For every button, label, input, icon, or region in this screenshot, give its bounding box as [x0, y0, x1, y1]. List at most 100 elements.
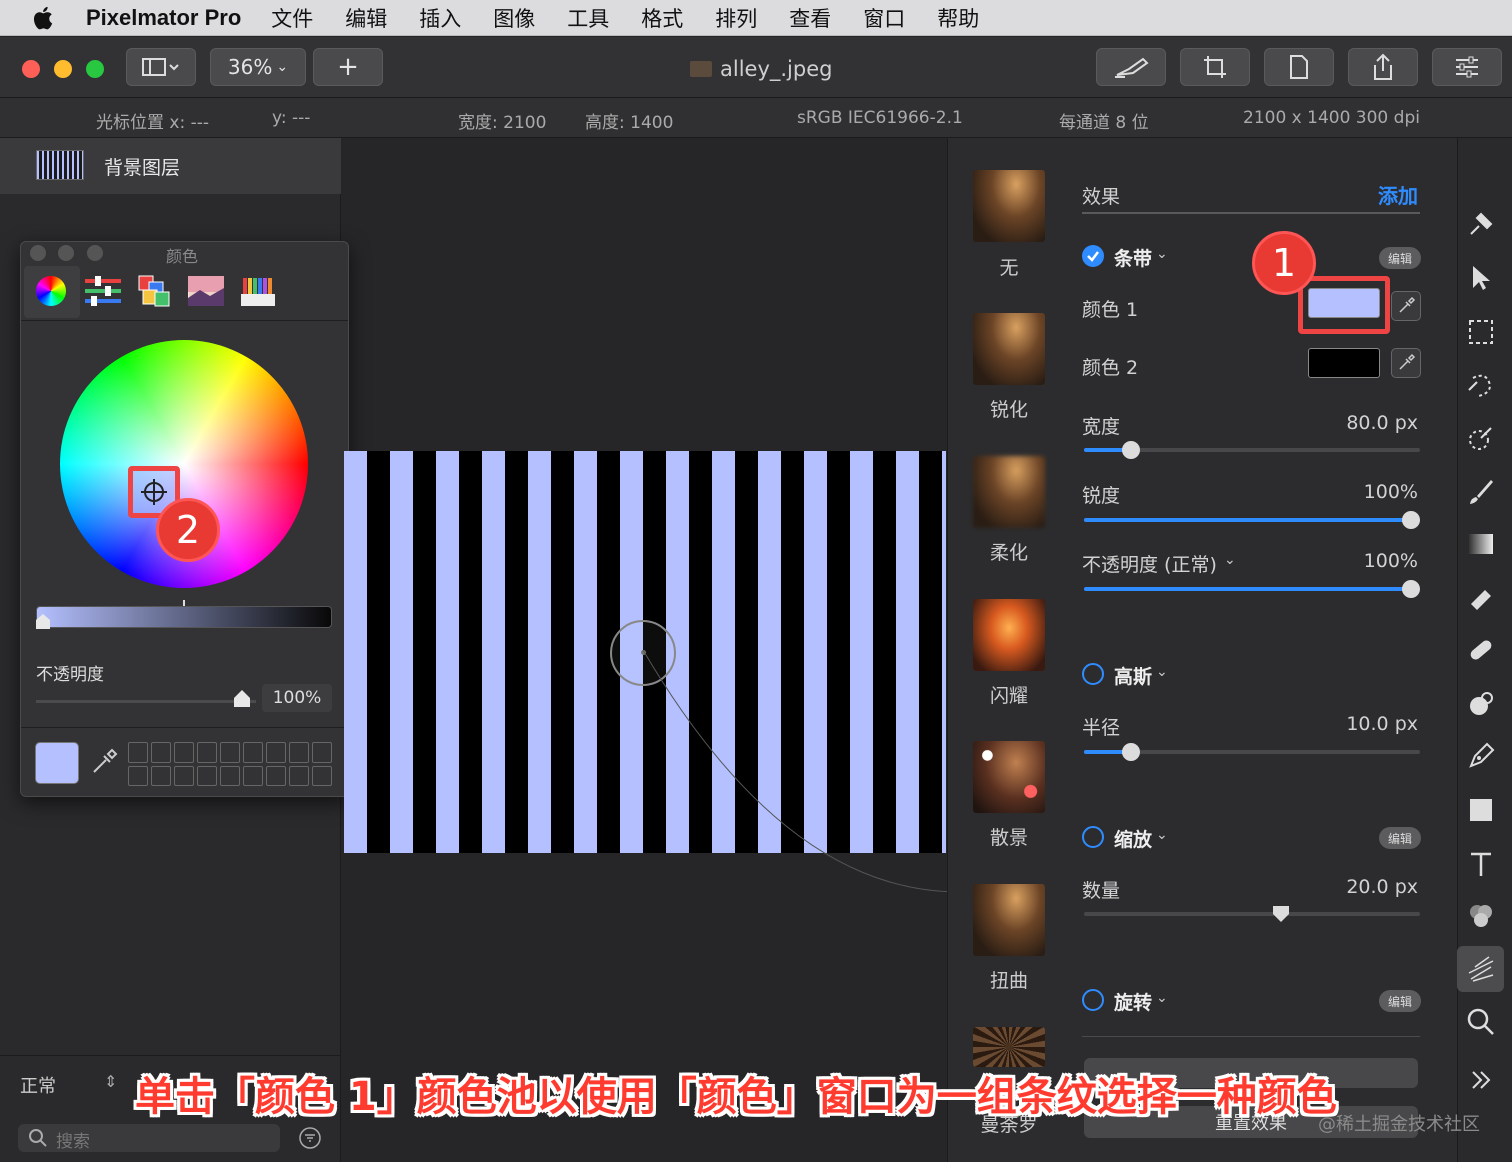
text-tool-icon[interactable]	[1465, 848, 1497, 880]
menu-edit[interactable]: 编辑	[345, 3, 387, 33]
color1-eyedropper-button[interactable]	[1391, 291, 1421, 321]
zoom-dropdown[interactable]: 36% ⌄	[210, 48, 306, 86]
brightness-slider-knob[interactable]	[34, 612, 52, 630]
shape-tool-icon[interactable]	[1465, 794, 1497, 826]
color-wheel-tab-icon[interactable]	[36, 276, 66, 306]
rotate-enable-checkbox[interactable]	[1082, 989, 1104, 1011]
effect-thumb-bokeh[interactable]	[973, 741, 1045, 813]
add-button[interactable]: +	[313, 48, 383, 86]
stripes-opacity-slider[interactable]	[1084, 580, 1420, 598]
pen-tool-icon[interactable]	[1465, 740, 1497, 772]
minimize-button[interactable]	[54, 60, 72, 78]
gradient-tool-icon[interactable]	[1465, 528, 1497, 560]
chevron-down-icon[interactable]: ⌄	[1156, 990, 1168, 1006]
arrange-pointer-icon[interactable]	[1465, 262, 1497, 294]
menu-window[interactable]: 窗口	[863, 3, 905, 33]
opacity-slider-knob[interactable]	[232, 688, 252, 708]
chevron-down-icon[interactable]: ⌄	[1156, 827, 1168, 843]
apple-icon[interactable]	[30, 4, 58, 32]
selection-tool-icon[interactable]	[1465, 316, 1497, 348]
brush-tool-button[interactable]	[1096, 48, 1166, 86]
menu-file[interactable]: 文件	[271, 3, 313, 33]
menu-tools[interactable]: 工具	[567, 3, 609, 33]
color-adjust-icon[interactable]	[1465, 900, 1497, 932]
width-slider[interactable]	[1084, 441, 1420, 459]
menu-insert[interactable]: 插入	[419, 3, 461, 33]
sharpness-slider[interactable]	[1084, 511, 1420, 529]
sliders-tab-icon[interactable]	[85, 276, 121, 306]
share-button[interactable]	[1348, 48, 1418, 86]
menu-image[interactable]: 图像	[493, 3, 535, 33]
updown-arrows-icon[interactable]: ⇕	[104, 1072, 117, 1091]
color-window-minimize[interactable]	[58, 245, 74, 261]
chevron-down-icon[interactable]: ⌄	[1156, 246, 1168, 262]
menu-help[interactable]: 帮助	[937, 3, 979, 33]
current-color-swatch[interactable]	[35, 742, 79, 784]
rotate-edit-button[interactable]: 编辑	[1379, 990, 1421, 1012]
gaussian-enable-checkbox[interactable]	[1082, 663, 1104, 685]
eraser-icon[interactable]	[1465, 582, 1497, 614]
effect-thumb-distort[interactable]	[973, 884, 1045, 956]
menu-format[interactable]: 格式	[641, 3, 683, 33]
effect-thumb-mandala[interactable]	[973, 1027, 1045, 1067]
app-menu[interactable]: Pixelmator Pro	[86, 5, 241, 31]
stripes-edit-button[interactable]: 编辑	[1379, 247, 1421, 269]
color-window-zoom[interactable]	[87, 245, 103, 261]
amount-slider[interactable]	[1084, 905, 1420, 923]
step-badge-1: 1	[1252, 231, 1316, 295]
document-button[interactable]	[1264, 48, 1334, 86]
color2-well[interactable]	[1308, 348, 1380, 378]
chevron-down-icon[interactable]: ⌄	[1224, 552, 1236, 568]
sidebar-toggle-button[interactable]	[126, 48, 196, 86]
blend-mode-select[interactable]: 正常	[20, 1072, 56, 1098]
color2-eyedropper-button[interactable]	[1391, 348, 1421, 378]
effect-thumb-none[interactable]	[973, 170, 1045, 242]
zoom-enable-checkbox[interactable]	[1082, 826, 1104, 848]
menu-arrange[interactable]: 排列	[715, 3, 757, 33]
paint-brush-icon[interactable]	[1465, 476, 1497, 508]
image-palette-tab-icon[interactable]	[188, 276, 224, 306]
quick-selection-icon[interactable]	[1465, 370, 1497, 402]
effect-thumb-soften[interactable]	[973, 456, 1045, 528]
rotate-title[interactable]: 旋转	[1114, 988, 1152, 1015]
slider-knob[interactable]	[1272, 905, 1290, 923]
close-button[interactable]	[22, 60, 40, 78]
layer-thumbnail	[36, 150, 84, 180]
zoom-title[interactable]: 缩放	[1114, 825, 1152, 852]
stripes-enable-checkbox[interactable]	[1082, 245, 1104, 267]
effects-tool-icon[interactable]	[1465, 953, 1497, 985]
eyedropper-icon[interactable]	[90, 748, 118, 776]
effect-thumb-sharpen[interactable]	[973, 313, 1045, 385]
filter-icon[interactable]	[298, 1126, 322, 1150]
slider-knob[interactable]	[1402, 580, 1420, 598]
add-effect-button[interactable]: 添加	[1378, 180, 1418, 209]
adjustments-button[interactable]	[1432, 48, 1502, 86]
retouch-icon[interactable]	[1465, 688, 1497, 720]
slider-knob[interactable]	[1402, 511, 1420, 529]
stripes-title[interactable]: 条带	[1114, 244, 1152, 271]
zoom-tool-icon[interactable]	[1465, 1006, 1497, 1038]
color-selection-icon[interactable]	[1465, 422, 1497, 454]
radius-value: 10.0 px	[1346, 713, 1418, 735]
crayons-tab-icon[interactable]	[241, 274, 275, 308]
repair-bandage-icon[interactable]	[1465, 634, 1497, 666]
color-window-close[interactable]	[30, 245, 46, 261]
opacity-slider[interactable]	[36, 700, 256, 703]
swatch-grid[interactable]	[128, 742, 332, 786]
radius-slider[interactable]	[1084, 743, 1420, 761]
menu-view[interactable]: 查看	[789, 3, 831, 33]
slider-knob[interactable]	[1122, 441, 1140, 459]
gaussian-title[interactable]: 高斯	[1114, 662, 1152, 689]
effect-thumb-glow[interactable]	[973, 599, 1045, 671]
chevron-down-icon[interactable]: ⌄	[1156, 664, 1168, 680]
brightness-slider[interactable]	[36, 606, 332, 628]
opacity-value-field[interactable]: 100%	[262, 684, 332, 712]
zoom-edit-button[interactable]: 编辑	[1379, 827, 1421, 849]
style-tool-icon[interactable]	[1465, 208, 1497, 240]
opacity-mode-label[interactable]: 不透明度 (正常)	[1082, 550, 1217, 577]
more-tools-icon[interactable]	[1465, 1064, 1497, 1096]
palettes-tab-icon[interactable]	[137, 274, 171, 308]
crop-button[interactable]	[1180, 48, 1250, 86]
slider-knob[interactable]	[1122, 743, 1140, 761]
zoom-window-button[interactable]	[86, 60, 104, 78]
